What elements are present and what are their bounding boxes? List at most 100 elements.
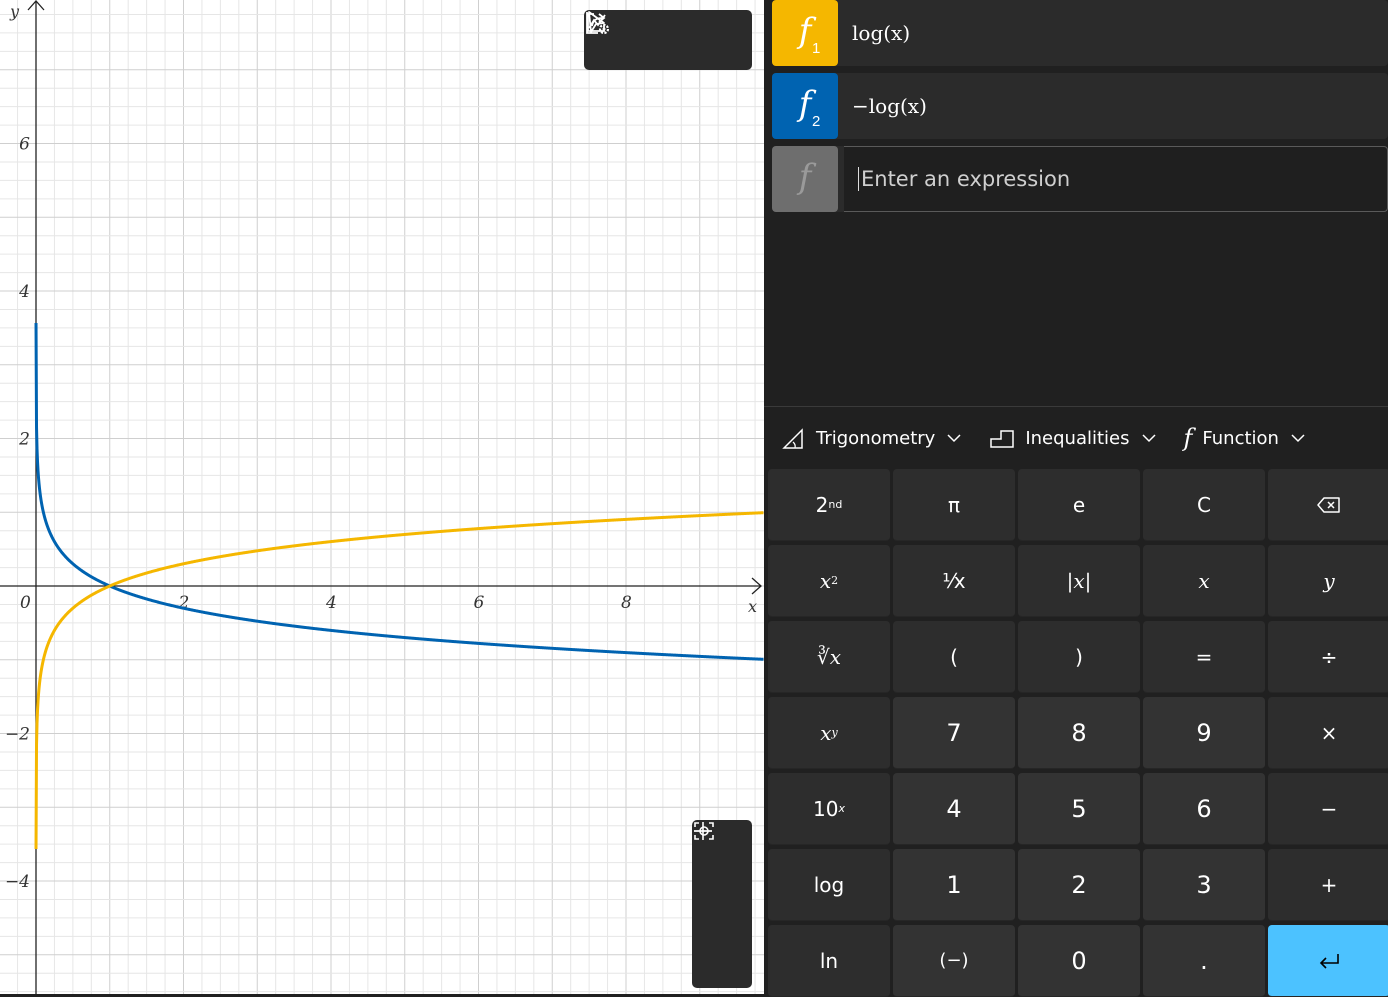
function-1-subscript: 1 bbox=[812, 40, 821, 57]
function-2-expression[interactable]: −log(x) bbox=[852, 73, 927, 139]
y-axis-label: y bbox=[9, 2, 20, 21]
key-x-power-text: x bbox=[820, 720, 832, 745]
key-4[interactable]: 4 bbox=[893, 773, 1015, 845]
function-1-expression[interactable]: log(x) bbox=[852, 0, 910, 66]
key-backspace[interactable] bbox=[1268, 469, 1388, 541]
key-ten-power-x[interactable]: 10 x bbox=[768, 773, 890, 845]
function-dropdown[interactable]: f Function bbox=[1184, 424, 1305, 452]
grid bbox=[0, 0, 764, 994]
key-2[interactable]: 2 bbox=[1018, 849, 1140, 921]
key-x-squared[interactable]: x2 bbox=[768, 545, 890, 617]
key-enter[interactable] bbox=[1268, 925, 1388, 997]
y-tick-label: 4 bbox=[18, 282, 30, 302]
key-y[interactable]: y bbox=[1268, 545, 1388, 617]
new-function-letter: f bbox=[798, 157, 812, 197]
expression-input[interactable]: Enter an expression bbox=[844, 146, 1388, 212]
graph-settings-button[interactable] bbox=[586, 12, 741, 62]
key-multiply[interactable]: × bbox=[1268, 697, 1388, 769]
key-6[interactable]: 6 bbox=[1143, 773, 1265, 845]
key-negate[interactable]: (−) bbox=[893, 925, 1015, 997]
graph-canvas[interactable]: 0 2 4 6 8 6 4 2 −2 −4 x y bbox=[0, 0, 764, 994]
key-5[interactable]: 5 bbox=[1018, 773, 1140, 845]
key-1[interactable]: 1 bbox=[893, 849, 1015, 921]
key-x-squared-sup: 2 bbox=[831, 574, 839, 587]
key-x[interactable]: x bbox=[1143, 545, 1265, 617]
key-3[interactable]: 3 bbox=[1143, 849, 1265, 921]
key-x-power-sup: y bbox=[831, 726, 838, 739]
key-equals[interactable]: = bbox=[1143, 621, 1265, 693]
key-second[interactable]: 2nd bbox=[768, 469, 890, 541]
function-1-letter: f bbox=[798, 11, 812, 51]
zoom-controls bbox=[692, 820, 752, 988]
curve-f1[interactable] bbox=[34, 511, 764, 850]
share-button[interactable] bbox=[587, 13, 690, 62]
tick-labels: 0 2 4 6 8642−2−4 bbox=[5, 135, 632, 893]
function-1-badge[interactable]: f 1 bbox=[772, 0, 838, 66]
fit-view-icon bbox=[694, 822, 714, 840]
key-7[interactable]: 7 bbox=[893, 697, 1015, 769]
axes bbox=[0, 0, 762, 994]
plot-svg[interactable]: 0 2 4 6 8642−2−4 x y bbox=[0, 0, 764, 994]
key-0[interactable]: 0 bbox=[1018, 925, 1140, 997]
key-second-sup: nd bbox=[828, 498, 843, 511]
function-2-letter: f bbox=[798, 84, 812, 124]
key-clear[interactable]: C bbox=[1143, 469, 1265, 541]
backspace-icon bbox=[1317, 496, 1340, 513]
y-tick-label: 2 bbox=[18, 430, 30, 450]
function-panel: f 1 log(x) f 2 −log(x) f Enter an expres… bbox=[764, 0, 1388, 997]
function-row-2[interactable]: f 2 −log(x) bbox=[772, 73, 1388, 139]
key-divide[interactable]: ÷ bbox=[1268, 621, 1388, 693]
zoom-out-button[interactable] bbox=[694, 830, 744, 926]
key-ten-power-sup: x bbox=[838, 802, 845, 815]
graph-toolbar bbox=[584, 10, 752, 70]
x-tick-label: 4 bbox=[325, 593, 337, 613]
text-caret bbox=[858, 167, 859, 191]
function-1-expression-text: log(x) bbox=[852, 21, 911, 45]
function-row-new[interactable]: f Enter an expression bbox=[772, 146, 1388, 212]
curve-f2[interactable] bbox=[34, 322, 764, 661]
key-ten-power-text: 10 bbox=[813, 796, 839, 821]
chevron-down-icon bbox=[947, 434, 961, 443]
graph-settings-icon bbox=[586, 12, 610, 35]
trigonometry-dropdown[interactable]: Trigonometry bbox=[782, 426, 961, 450]
enter-icon bbox=[1319, 953, 1339, 969]
math-keyboard: Trigonometry Inequalities f Function 2nd… bbox=[764, 406, 1388, 997]
x-axis-label: x bbox=[748, 597, 757, 616]
new-function-badge: f bbox=[772, 146, 838, 212]
key-ln[interactable]: ln bbox=[768, 925, 890, 997]
key-root[interactable]: ∛x bbox=[768, 621, 890, 693]
chevron-down-icon bbox=[1141, 434, 1156, 443]
key-decimal[interactable]: . bbox=[1143, 925, 1265, 997]
chevron-down-icon bbox=[1291, 434, 1305, 443]
function-f-icon: f bbox=[1183, 424, 1193, 452]
key-x-power-y[interactable]: xy bbox=[768, 697, 890, 769]
key-second-text: 2 bbox=[815, 492, 829, 517]
y-tick-label: −4 bbox=[5, 872, 30, 892]
trigonometry-label: Trigonometry bbox=[816, 427, 936, 449]
key-8[interactable]: 8 bbox=[1018, 697, 1140, 769]
y-tick-label: 6 bbox=[19, 135, 30, 155]
fit-view-button[interactable] bbox=[694, 822, 744, 982]
key-pi[interactable]: π bbox=[893, 469, 1015, 541]
key-left-paren[interactable]: ( bbox=[893, 621, 1015, 693]
key-x-squared-text: x bbox=[819, 568, 832, 593]
key-plus[interactable]: + bbox=[1268, 849, 1388, 921]
expression-placeholder: Enter an expression bbox=[861, 167, 1071, 191]
key-absolute[interactable]: |x| bbox=[1018, 545, 1140, 617]
function-row-1[interactable]: f 1 log(x) bbox=[772, 0, 1388, 66]
x-tick-label: 0 bbox=[20, 593, 31, 613]
inequalities-dropdown[interactable]: Inequalities bbox=[989, 427, 1156, 449]
key-9[interactable]: 9 bbox=[1143, 697, 1265, 769]
inequalities-label: Inequalities bbox=[1025, 427, 1130, 449]
function-2-expression-text: −log(x) bbox=[852, 94, 927, 118]
inequalities-icon bbox=[990, 430, 1015, 448]
key-right-paren[interactable]: ) bbox=[1018, 621, 1140, 693]
y-tick-label: −2 bbox=[5, 725, 30, 745]
x-tick-label: 6 bbox=[474, 593, 485, 613]
key-reciprocal[interactable]: ⅟x bbox=[893, 545, 1015, 617]
function-2-badge[interactable]: f 2 bbox=[772, 73, 838, 139]
key-e[interactable]: e bbox=[1018, 469, 1140, 541]
category-bar: Trigonometry Inequalities f Function bbox=[764, 407, 1388, 469]
key-minus[interactable]: − bbox=[1268, 773, 1388, 845]
key-log[interactable]: log bbox=[768, 849, 890, 921]
